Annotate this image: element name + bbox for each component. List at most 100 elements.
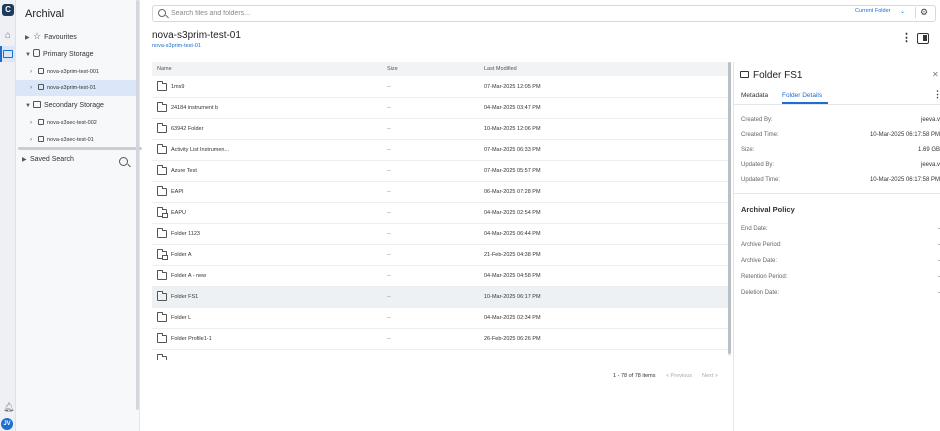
row-name: EAPI bbox=[171, 189, 184, 195]
user-avatar[interactable]: JV bbox=[1, 418, 13, 430]
nav-item-saved-search[interactable]: ▶ Saved Search bbox=[22, 156, 74, 163]
chevron-right-icon[interactable]: ▶ bbox=[22, 156, 28, 163]
folder-icon bbox=[157, 123, 167, 133]
navigation-panel: Archival ▶ ☆ Favourites ▼ Primary Storage ›… bbox=[16, 0, 142, 431]
policy-archive-date: Archive Date: - bbox=[741, 256, 940, 266]
table-scrollbar-thumb[interactable] bbox=[728, 62, 731, 354]
nav-item-bucket[interactable]: › nova-s3sec-test-002 bbox=[16, 115, 138, 131]
more-options-icon[interactable]: ⋮ bbox=[933, 90, 940, 99]
notification-bell-icon[interactable]: 🔔︎ bbox=[3, 402, 14, 413]
table-row-partial[interactable] bbox=[152, 350, 730, 360]
bucket-icon bbox=[38, 136, 44, 142]
nav-scrollbar[interactable] bbox=[136, 0, 139, 410]
chevron-down-icon[interactable]: ⌄ bbox=[900, 8, 905, 15]
search-icon[interactable] bbox=[119, 157, 128, 166]
detail-updated-time: Updated Time: 10-Mar-2025 06:17:58 PM bbox=[741, 175, 940, 185]
details-title-text: Folder FS1 bbox=[753, 70, 803, 81]
row-size: -- bbox=[387, 168, 391, 174]
home-icon[interactable]: ⌂ bbox=[2, 30, 14, 42]
chevron-right-icon[interactable]: › bbox=[30, 64, 36, 80]
row-name: Activity List Instrumen... bbox=[171, 147, 230, 153]
search-scope-dropdown[interactable]: Current Folder bbox=[855, 8, 890, 14]
app-logo[interactable]: C bbox=[2, 4, 14, 16]
row-size: -- bbox=[387, 315, 391, 321]
previous-page-button[interactable]: < Previous bbox=[666, 373, 692, 379]
detail-value: 10-Mar-2025 06:17:58 PM bbox=[869, 177, 940, 183]
nav-divider bbox=[18, 147, 142, 150]
nav-item-label: Favourites bbox=[44, 34, 77, 41]
table-row[interactable]: Azure Test -- 07-Mar-2025 05:57 PM bbox=[152, 161, 730, 182]
detail-label: Archive Period: bbox=[741, 242, 782, 248]
folder-icon bbox=[157, 102, 167, 112]
pagination-count: 1 - 78 of 78 items bbox=[613, 373, 656, 379]
table-row-selected[interactable]: Folder FS1 -- 10-Mar-2025 06:17 PM bbox=[152, 287, 730, 308]
nav-item-bucket-selected[interactable]: › nova-s3prim-test-01 bbox=[16, 80, 138, 96]
detail-size: Size: 1.69 GB bbox=[741, 145, 940, 155]
detail-label: Created Time: bbox=[741, 132, 779, 138]
chevron-right-icon[interactable]: ▶ bbox=[25, 30, 31, 46]
table-row[interactable]: EAPU -- 04-Mar-2025 02:54 PM bbox=[152, 203, 730, 224]
archive-icon[interactable] bbox=[0, 46, 16, 62]
row-size: -- bbox=[387, 189, 391, 195]
folder-icon bbox=[157, 333, 167, 343]
nav-item-secondary-storage[interactable]: ▼ Secondary Storage bbox=[16, 98, 138, 114]
more-options-icon[interactable]: ⋮ bbox=[901, 33, 912, 44]
table-row[interactable]: Folder A -- 21-Feb-2025 04:38 PM bbox=[152, 245, 730, 266]
nav-item-label: Saved Search bbox=[29, 156, 74, 163]
nav-item-bucket[interactable]: › nova-s3sec-test-01 bbox=[16, 132, 138, 148]
nav-item-favourites[interactable]: ▶ ☆ Favourites bbox=[16, 28, 138, 44]
divider bbox=[915, 7, 916, 18]
section-divider bbox=[734, 193, 940, 194]
detail-label: Size: bbox=[741, 147, 755, 153]
next-page-button[interactable]: Next > bbox=[702, 373, 718, 379]
chevron-right-icon[interactable]: › bbox=[30, 80, 36, 96]
detail-updated-by: Updated By: jeeva.v bbox=[741, 160, 940, 170]
table-row[interactable]: 1ms9 -- 07-Mar-2025 12:05 PM bbox=[152, 77, 730, 98]
detail-created-time: Created Time: 10-Mar-2025 06:17:58 PM bbox=[741, 130, 940, 140]
table-row[interactable]: Folder A - new -- 04-Mar-2025 04:58 PM bbox=[152, 266, 730, 287]
nav-item-bucket[interactable]: › nova-s3prim-test-001 bbox=[16, 64, 138, 80]
storage-drive-icon bbox=[33, 101, 41, 108]
table-row[interactable]: 63942 Folder -- 10-Mar-2025 12:06 PM bbox=[152, 119, 730, 140]
chevron-right-icon[interactable]: › bbox=[30, 132, 36, 148]
star-icon: ☆ bbox=[33, 31, 42, 41]
archival-policy-heading: Archival Policy bbox=[741, 205, 795, 214]
chevron-down-icon[interactable]: ▼ bbox=[25, 47, 31, 63]
table-row[interactable]: Activity List Instrumen... -- 07-Mar-202… bbox=[152, 140, 730, 161]
policy-deletion-date: Deletion Date: - bbox=[741, 288, 940, 298]
search-input[interactable] bbox=[171, 7, 671, 20]
table-row[interactable]: Folder L -- 04-Mar-2025 02:34 PM bbox=[152, 308, 730, 329]
folder-icon bbox=[740, 71, 749, 78]
close-icon[interactable]: ✕ bbox=[932, 71, 939, 79]
table-row[interactable]: EAPI -- 06-Mar-2025 07:28 PM bbox=[152, 182, 730, 203]
filter-settings-icon[interactable]: ⚙ bbox=[920, 8, 928, 17]
row-modified: 04-Mar-2025 02:34 PM bbox=[484, 315, 541, 321]
nav-title: Archival bbox=[25, 8, 65, 20]
row-size: -- bbox=[387, 231, 391, 237]
table-row[interactable]: Folder 1123 -- 04-Mar-2025 06:44 PM bbox=[152, 224, 730, 245]
row-name: Folder FS1 bbox=[171, 294, 199, 300]
column-header-name[interactable]: Name bbox=[157, 62, 172, 76]
nav-item-label: nova-s3prim-test-01 bbox=[47, 85, 96, 91]
tab-metadata[interactable]: Metadata bbox=[741, 92, 768, 99]
table-row[interactable]: Folder Profile1-1 -- 26-Feb-2025 06:26 P… bbox=[152, 329, 730, 350]
detail-label: Deletion Date: bbox=[741, 290, 780, 296]
detail-label: End Date: bbox=[741, 226, 768, 232]
detail-created-by: Created By: jeeva.v bbox=[741, 115, 940, 125]
breadcrumb[interactable]: nova-s3prim-test-01 bbox=[152, 43, 201, 49]
row-size: -- bbox=[387, 294, 391, 300]
nav-item-label: nova-s3prim-test-001 bbox=[47, 69, 99, 75]
row-name: Azure Test bbox=[171, 168, 197, 174]
nav-item-primary-storage[interactable]: ▼ Primary Storage bbox=[16, 47, 138, 63]
detail-label: Updated Time: bbox=[741, 177, 781, 183]
tab-folder-details[interactable]: Folder Details bbox=[782, 92, 822, 99]
chevron-right-icon[interactable]: › bbox=[30, 115, 36, 131]
chevron-down-icon[interactable]: ▼ bbox=[25, 98, 31, 114]
table-row[interactable]: 24184 instrument b -- 04-Mar-2025 03:47 … bbox=[152, 98, 730, 119]
details-panel: Folder FS1 ✕ Metadata Folder Details ⋮ C… bbox=[733, 62, 940, 431]
search-bar bbox=[152, 5, 936, 22]
column-header-last-modified[interactable]: Last Modified bbox=[484, 62, 517, 76]
column-header-size[interactable]: Size bbox=[387, 62, 398, 76]
details-panel-toggle-icon[interactable] bbox=[917, 33, 929, 44]
row-size: -- bbox=[387, 105, 391, 111]
